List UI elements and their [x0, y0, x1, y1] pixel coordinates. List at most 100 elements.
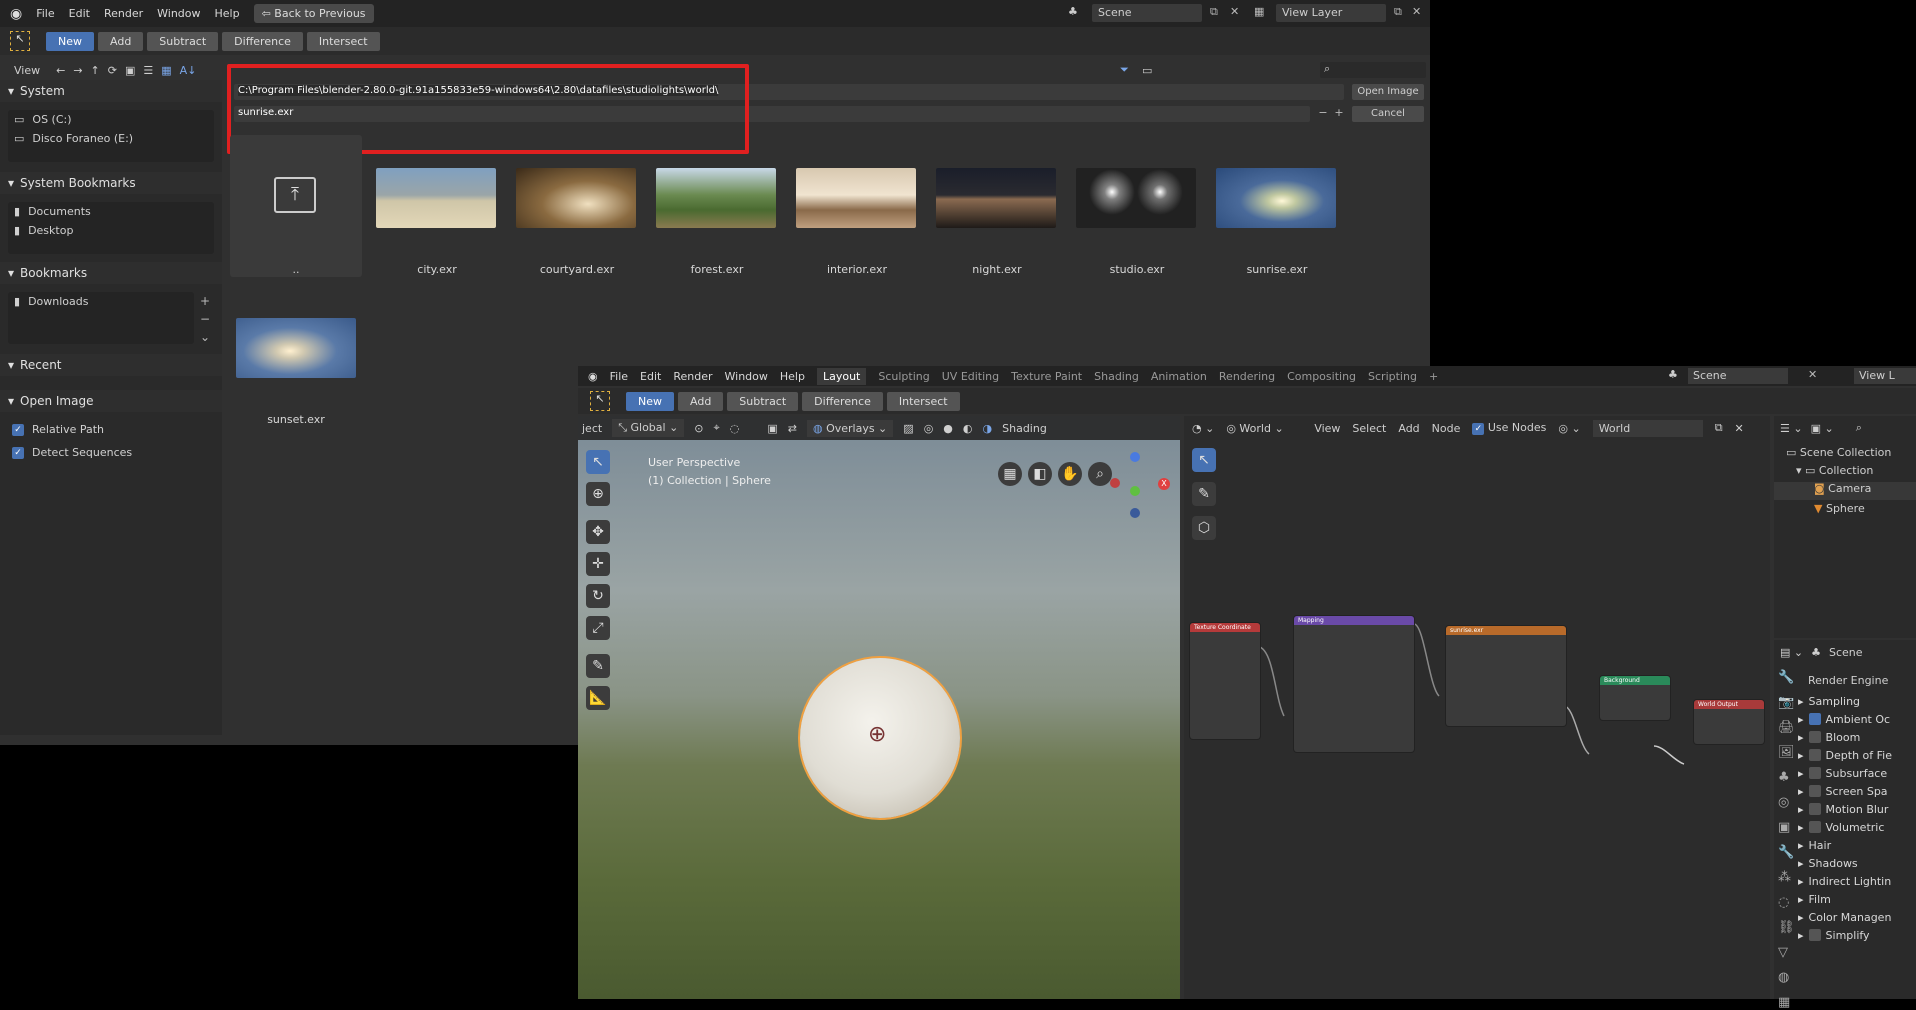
node-mapping[interactable]: Mapping	[1294, 616, 1414, 752]
checkbox-unchecked-icon[interactable]	[1808, 785, 1821, 797]
measure-icon[interactable]: 📐	[586, 686, 610, 710]
list-item[interactable]: ▭ OS (C:)	[8, 110, 214, 129]
mode-subtract[interactable]: Subtract	[727, 391, 799, 411]
new-folder-icon[interactable]: ▣	[125, 64, 135, 77]
render-panel-6[interactable]: ▸ Motion Blur	[1794, 800, 1916, 818]
cancel-button[interactable]: Cancel	[1352, 106, 1424, 122]
tab-animation[interactable]: Animation	[1151, 370, 1207, 383]
texture-tab-icon[interactable]: ▦	[1778, 995, 1795, 1010]
outliner-item-camera[interactable]: ◙ Camera	[1774, 482, 1916, 500]
relative-path-option[interactable]: ✓ Relative Path	[6, 420, 104, 439]
world-tab-icon[interactable]: ◎	[1778, 795, 1795, 810]
view-layer-tab-icon[interactable]: 🖼	[1778, 745, 1795, 760]
open-image-button[interactable]: Open Image	[1352, 84, 1424, 100]
neg-x-axis-icon[interactable]	[1110, 478, 1120, 488]
rotate-icon[interactable]: ↻	[586, 584, 610, 608]
section-system-bookmarks[interactable]: ▾ System Bookmarks	[0, 172, 222, 194]
close-layer-icon[interactable]: ✕	[1412, 5, 1421, 18]
shader-node-editor[interactable]: ◔ ⌄ ◎ World ⌄ View Select Add Node ✓ Use…	[1184, 416, 1770, 999]
modifier-tab-icon[interactable]: 🔧	[1778, 845, 1795, 860]
render-panel-2[interactable]: ▸ Bloom	[1794, 728, 1916, 746]
copy-scene-icon[interactable]: ⧉	[1210, 5, 1218, 19]
parent-dir-icon[interactable]: ↑	[91, 64, 100, 77]
list-item[interactable]: ▮ Desktop	[8, 221, 214, 240]
increment-icon[interactable]: +	[1332, 106, 1346, 122]
checkbox-unchecked-icon[interactable]	[1808, 929, 1821, 941]
checkbox-checked-icon[interactable]: ✓	[12, 446, 24, 459]
mode-intersect[interactable]: Intersect	[306, 31, 380, 51]
section-open-image[interactable]: ▾ Open Image	[0, 390, 222, 412]
camera-view-icon[interactable]: ◧	[1028, 462, 1052, 486]
material-tab-icon[interactable]: ◍	[1778, 970, 1795, 985]
menu-edit[interactable]: Edit	[69, 7, 90, 20]
render-panel-1[interactable]: ▸ Ambient Oc	[1794, 710, 1916, 728]
back-arrow-icon[interactable]: ←	[56, 64, 65, 77]
list-item[interactable]: ▮ Documents	[8, 202, 214, 221]
object-menu[interactable]: ject	[582, 422, 602, 435]
list-view-icon[interactable]: ☰	[143, 64, 153, 77]
solid-shading-icon[interactable]: ●	[943, 422, 953, 435]
3d-viewport[interactable]: ject ⤡ Global ⌄ ⊙ ⌖ ◌ ▣ ⇄ ◍ Overlays ⌄ ▨…	[578, 416, 1180, 999]
transform-icon[interactable]: ✥	[586, 520, 610, 544]
directory-path-field[interactable]: C:\Program Files\blender-2.80.0-git.91a1…	[234, 84, 1344, 100]
editor-type-icon[interactable]: ▤ ⌄	[1780, 646, 1803, 659]
tab-rendering[interactable]: Rendering	[1219, 370, 1275, 383]
snap-icon[interactable]: ⌖	[714, 421, 720, 435]
sort-icon[interactable]: A↓	[180, 64, 197, 77]
mode-new[interactable]: New	[626, 391, 674, 411]
thumbnail-sunrise[interactable]	[1216, 168, 1336, 228]
add-bookmark-icon[interactable]: +	[200, 292, 210, 310]
render-panel-9[interactable]: ▸ Shadows	[1794, 854, 1916, 872]
checkbox-checked-icon[interactable]	[1808, 713, 1821, 725]
view-menu[interactable]: View	[14, 64, 40, 77]
transform-orientation[interactable]: ⤡ Global ⌄	[612, 419, 685, 437]
render-panel-7[interactable]: ▸ Volumetric	[1794, 818, 1916, 836]
thumbnail-sunset[interactable]	[236, 318, 356, 378]
grid-view-icon[interactable]: ▦	[998, 462, 1022, 486]
section-bookmarks[interactable]: ▾ Bookmarks	[0, 262, 222, 284]
scene-field[interactable]: Scene	[1092, 4, 1202, 22]
shading-menu[interactable]: Shading	[1002, 422, 1047, 435]
tab-sculpting[interactable]: Sculpting	[878, 370, 929, 383]
editor-type-icon[interactable]: ☰ ⌄	[1780, 422, 1803, 435]
decrement-icon[interactable]: −	[1316, 106, 1330, 122]
select-tool-icon[interactable]: ↖	[10, 31, 30, 51]
list-item[interactable]: ▮ Downloads	[8, 292, 194, 311]
mode-new[interactable]: New	[46, 31, 94, 51]
mode-subtract[interactable]: Subtract	[147, 31, 219, 51]
x-axis-icon[interactable]: X	[1158, 478, 1170, 490]
menu-render[interactable]: Render	[673, 370, 712, 383]
checkbox-unchecked-icon[interactable]	[1808, 731, 1821, 743]
menu-file[interactable]: File	[610, 370, 628, 383]
menu-help[interactable]: Help	[215, 7, 240, 20]
checkbox-unchecked-icon[interactable]	[1808, 767, 1821, 779]
add-workspace-icon[interactable]: +	[1429, 370, 1438, 383]
3d-cursor-icon[interactable]: ⊕	[868, 722, 886, 747]
folder-filter-icon[interactable]: ▭	[1142, 64, 1152, 77]
node-world-output[interactable]: World Output	[1694, 700, 1764, 744]
mode-difference[interactable]: Difference	[802, 391, 883, 411]
rendered-shading-icon[interactable]: ◑	[983, 422, 993, 435]
xray-icon[interactable]: ▨	[903, 422, 913, 435]
copy-layer-icon[interactable]: ⧉	[1394, 5, 1402, 19]
data-tab-icon[interactable]: ▽	[1778, 945, 1795, 960]
render-panel-5[interactable]: ▸ Screen Spa	[1794, 782, 1916, 800]
mode-difference[interactable]: Difference	[222, 31, 303, 51]
node-texture-coordinate[interactable]: Texture Coordinate	[1190, 623, 1260, 739]
close-scene-icon[interactable]: ✕	[1230, 5, 1239, 18]
list-item[interactable]: ▭ Disco Foraneo (E:)	[8, 129, 214, 148]
scene-tab-icon[interactable]: ♣	[1778, 770, 1795, 785]
render-tab-icon[interactable]: 📷	[1778, 695, 1795, 710]
node-background[interactable]: Background	[1600, 676, 1670, 720]
annotate-icon[interactable]: ✎	[586, 654, 610, 678]
menu-help[interactable]: Help	[780, 370, 805, 383]
filter-icon[interactable]: ⏷	[1120, 63, 1129, 77]
output-tab-icon[interactable]: 🖨	[1778, 720, 1795, 735]
render-panel-11[interactable]: ▸ Film	[1794, 890, 1916, 908]
particles-tab-icon[interactable]: ⁂	[1778, 870, 1795, 885]
outliner-item-sphere[interactable]: ▼ Sphere	[1814, 502, 1865, 515]
view-layer-field[interactable]: View Layer	[1276, 4, 1386, 22]
remove-bookmark-icon[interactable]: −	[200, 310, 210, 328]
move-icon[interactable]: ✛	[586, 552, 610, 576]
detect-sequences-option[interactable]: ✓ Detect Sequences	[6, 443, 132, 462]
